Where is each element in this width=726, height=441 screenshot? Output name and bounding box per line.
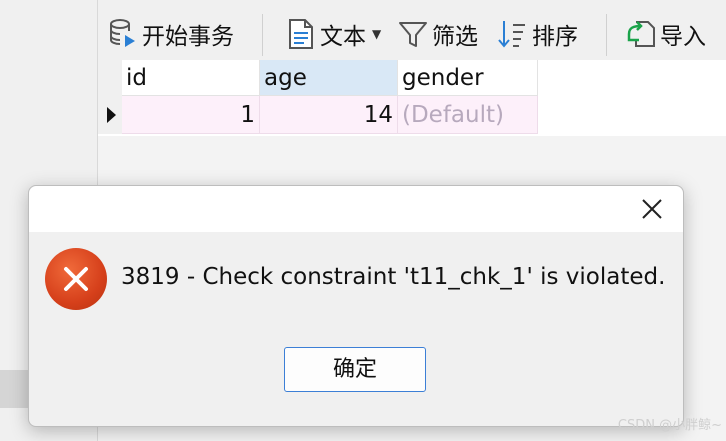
cell-age[interactable]: 14 [260, 96, 398, 134]
column-header-gender[interactable]: gender [398, 60, 538, 96]
toolbar-separator [262, 14, 263, 56]
error-message: 3819 - Check constraint 't11_chk_1' is v… [121, 264, 666, 290]
funnel-filter-icon [398, 18, 428, 50]
begin-transaction-label: 开始事务 [142, 24, 234, 50]
database-transaction-icon [108, 18, 138, 50]
cell-id[interactable]: 1 [122, 96, 260, 134]
close-icon[interactable] [637, 194, 667, 224]
left-panel-selected-strip[interactable] [0, 370, 30, 408]
toolbar: 开始事务 文本 ▼ 筛选 排序 导入 [98, 0, 726, 60]
sort-icon [498, 18, 528, 50]
text-button[interactable]: 文本 ▼ [286, 14, 381, 54]
error-icon [45, 248, 107, 310]
dialog-title-bar [29, 186, 683, 232]
chevron-down-icon[interactable]: ▼ [372, 27, 381, 41]
column-header-id[interactable]: id [122, 60, 260, 96]
toolbar-separator [606, 14, 607, 56]
import-label: 导入 [660, 24, 706, 50]
sort-button[interactable]: 排序 [498, 14, 578, 54]
text-label: 文本 [320, 24, 366, 50]
column-header-age[interactable]: age [260, 60, 398, 96]
ok-button[interactable]: 确定 [284, 347, 426, 392]
filter-label: 筛选 [432, 24, 478, 50]
watermark: CSDN @小胖鲸~ [617, 418, 722, 433]
import-icon [626, 18, 656, 50]
error-dialog: 3819 - Check constraint 't11_chk_1' is v… [28, 185, 684, 427]
grid-corner [98, 60, 123, 97]
sort-label: 排序 [532, 24, 578, 50]
text-document-icon [286, 18, 316, 50]
import-button[interactable]: 导入 [626, 14, 706, 54]
current-row-arrow-icon [107, 107, 116, 123]
row-indicator[interactable] [98, 96, 123, 134]
filter-button[interactable]: 筛选 [398, 14, 478, 54]
cell-gender[interactable]: (Default) [398, 96, 538, 134]
begin-transaction-button[interactable]: 开始事务 [108, 14, 234, 54]
